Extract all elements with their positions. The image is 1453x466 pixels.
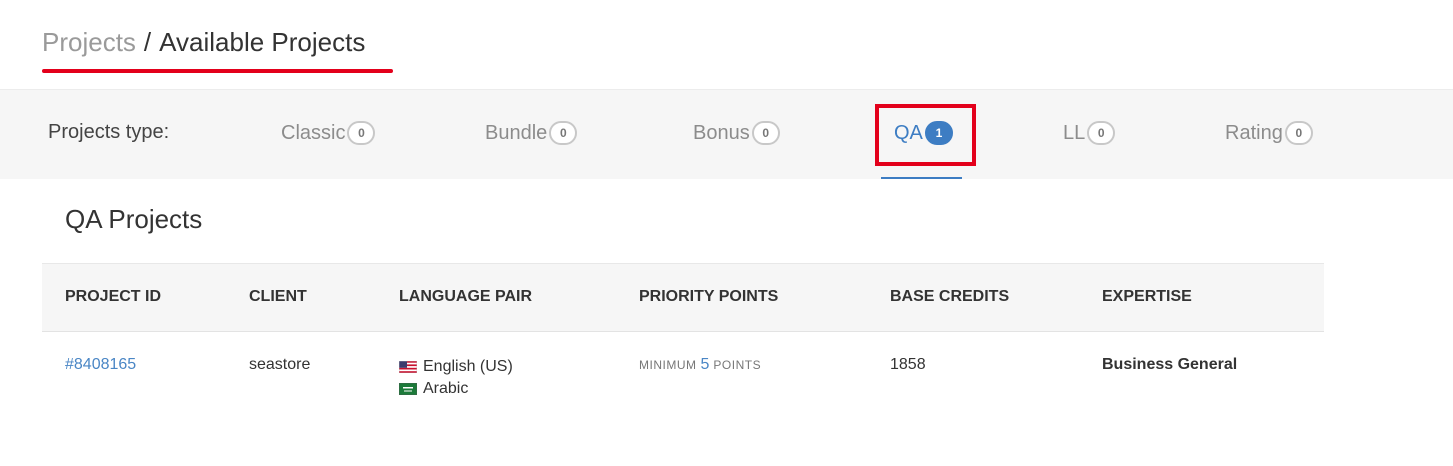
- breadcrumb-separator: /: [143, 27, 152, 57]
- section-title: QA Projects: [65, 204, 203, 234]
- column-header-expertise: EXPERTISE: [1102, 288, 1192, 305]
- table-header: PROJECT ID CLIENT LANGUAGE PAIR PRIORITY…: [42, 263, 1324, 332]
- tab-ll-count-badge: 0: [1087, 121, 1116, 145]
- tab-rating-label: Rating: [1225, 121, 1283, 144]
- annotation-highlight-box: [875, 104, 976, 166]
- source-language-label: English (US): [423, 358, 513, 375]
- priority-prefix: MINIMUM: [639, 358, 697, 372]
- tab-bundle-label: Bundle: [485, 121, 548, 144]
- us-flag-icon: [399, 361, 417, 373]
- tab-classic-label: Classic: [281, 121, 346, 144]
- target-language-label: Arabic: [423, 380, 469, 397]
- tab-classic[interactable]: Classic 0: [281, 121, 376, 145]
- tab-classic-count-badge: 0: [347, 121, 376, 145]
- target-language: Arabic: [399, 378, 513, 400]
- language-pair-cell: English (US) Arabic: [399, 356, 513, 400]
- project-id-text[interactable]: #8408165: [65, 356, 136, 373]
- tab-bundle[interactable]: Bundle 0: [485, 121, 578, 145]
- page-title: Available Projects: [159, 27, 366, 57]
- tab-ll-label: LL: [1063, 121, 1086, 144]
- project-type-tabs: Projects type: Classic 0 Bundle 0 Bonus …: [0, 89, 1453, 179]
- client-cell: seastore: [249, 356, 311, 373]
- column-header-language-pair: LANGUAGE PAIR: [399, 288, 533, 305]
- tab-rating[interactable]: Rating 0: [1225, 121, 1313, 145]
- tab-bundle-count-badge: 0: [549, 121, 578, 145]
- source-language: English (US): [399, 356, 513, 378]
- annotation-underline: [42, 69, 393, 73]
- project-id-link[interactable]: #8408165: [65, 356, 136, 374]
- tab-bonus-count-badge: 0: [751, 121, 780, 145]
- breadcrumb-projects-link[interactable]: Projects: [42, 27, 136, 57]
- tab-rating-count-badge: 0: [1284, 121, 1313, 145]
- priority-suffix: POINTS: [713, 358, 762, 372]
- active-tab-indicator: [881, 177, 962, 179]
- projects-table: PROJECT ID CLIENT LANGUAGE PAIR PRIORITY…: [42, 263, 1324, 412]
- saudi-flag-icon: [399, 383, 417, 395]
- priority-value: 5: [700, 356, 710, 373]
- column-header-base-credits: BASE CREDITS: [890, 288, 1010, 305]
- column-header-project-id: PROJECT ID: [65, 288, 162, 305]
- expertise-cell: Business General: [1102, 356, 1238, 373]
- tab-ll[interactable]: LL 0: [1063, 121, 1116, 145]
- table-row[interactable]: #8408165 seastore English (US) Arabic MI…: [42, 332, 1324, 412]
- projects-type-label: Projects type:: [48, 121, 170, 143]
- column-header-priority-points: PRIORITY POINTS: [639, 288, 779, 305]
- tab-bonus-label: Bonus: [693, 121, 750, 144]
- tab-bonus[interactable]: Bonus 0: [693, 121, 780, 145]
- breadcrumb: Projects / Available Projects: [42, 24, 365, 60]
- priority-points-cell: MINIMUM 5 POINTS: [639, 356, 761, 374]
- column-header-client: CLIENT: [249, 288, 307, 305]
- page: Projects / Available Projects Projects typ…: [0, 0, 1453, 466]
- base-credits-cell: 1858: [890, 356, 926, 373]
